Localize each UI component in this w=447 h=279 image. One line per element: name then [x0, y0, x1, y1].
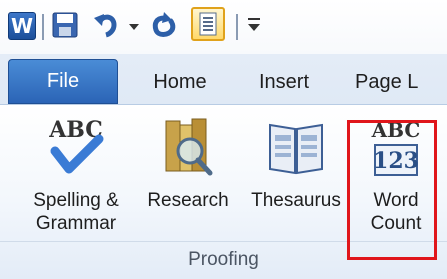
ribbon-tabs: File Home Insert Page L — [0, 54, 447, 104]
spelling-grammar-button[interactable]: ABC Spelling & Grammar — [16, 115, 136, 235]
full-screen-reading-icon[interactable] — [191, 7, 225, 41]
spelling-check-icon: ABC — [48, 117, 104, 174]
spelling-label-line2: Grammar — [35, 213, 117, 234]
tab-home[interactable]: Home — [140, 62, 220, 102]
customize-toolbar-icon[interactable] — [246, 14, 262, 34]
research-button[interactable]: Research — [136, 115, 240, 212]
quick-access-toolbar: W — [0, 0, 447, 54]
undo-dropdown-icon[interactable] — [129, 24, 139, 30]
word-count-highlight-box — [347, 120, 437, 260]
toolbar-separator — [236, 14, 238, 40]
redo-icon[interactable] — [150, 10, 178, 40]
word-app-icon[interactable]: W — [8, 12, 36, 40]
undo-icon[interactable] — [92, 10, 120, 40]
thesaurus-label: Thesaurus — [251, 190, 341, 211]
thesaurus-button[interactable]: Thesaurus — [240, 115, 352, 212]
save-icon[interactable] — [52, 12, 78, 38]
tab-page-layout[interactable]: Page L — [355, 62, 447, 102]
tab-file[interactable]: File — [8, 59, 118, 104]
research-label: Research — [147, 190, 229, 211]
tab-insert[interactable]: Insert — [244, 62, 324, 102]
spelling-label-line1: Spelling & — [33, 190, 119, 211]
document-icon — [199, 12, 217, 36]
thesaurus-book-icon — [269, 123, 323, 175]
toolbar-separator — [42, 14, 44, 40]
research-icon — [165, 118, 213, 176]
